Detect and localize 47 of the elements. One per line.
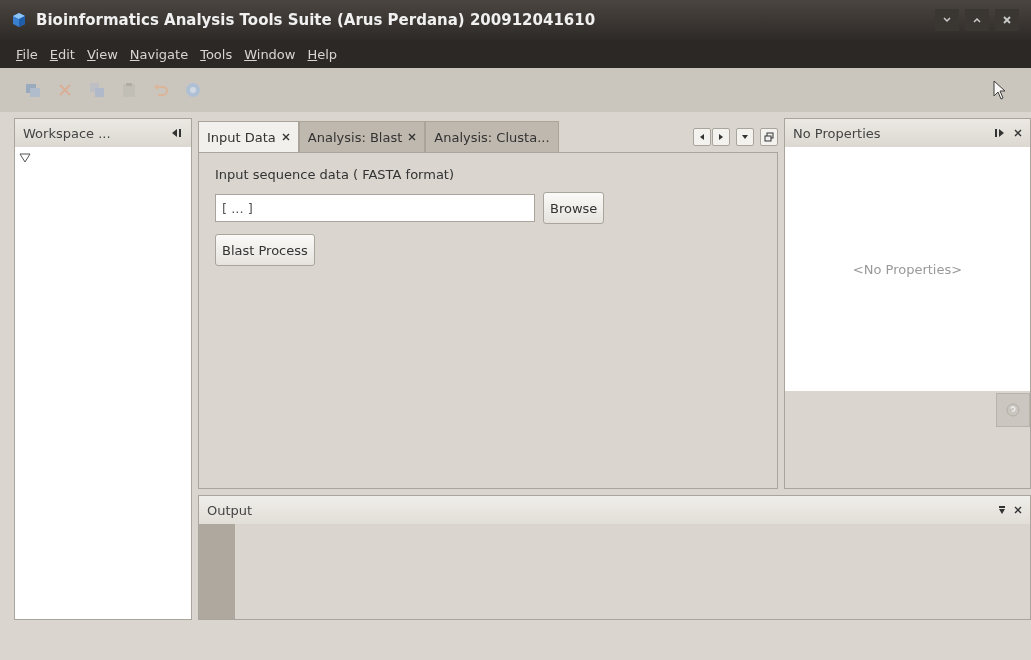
properties-title: No Properties [793,125,881,141]
menu-item[interactable]: File [16,46,38,62]
tab-label: Analysis: Blast [307,129,403,145]
close-tab-icon[interactable] [408,133,417,141]
menu-item[interactable]: Navigate [129,46,189,62]
minimize-panel-icon[interactable] [998,505,1006,515]
tab-label: Input Data [207,129,276,145]
menu-item[interactable]: Tools [200,46,233,62]
help-icon [1006,403,1020,417]
tab-list-button[interactable] [736,128,754,146]
blast-process-button[interactable]: Blast Process [215,234,315,266]
chevron-down-icon [942,15,952,25]
menu-item[interactable]: Help [307,46,338,62]
restore-window-button[interactable] [760,128,778,146]
browse-button[interactable]: Browse [543,192,605,224]
close-panel-icon[interactable] [1014,129,1022,137]
close-tab-icon[interactable] [281,133,290,141]
menu-item[interactable]: Window [244,46,296,62]
close-panel-icon[interactable] [1014,506,1022,514]
output-title: Output [207,502,253,518]
chevron-up-icon [972,15,982,25]
scroll-right-button[interactable] [712,128,730,146]
close-icon [1002,15,1012,25]
input-label: Input sequence data ( FASTA format) [215,167,455,182]
minimize-panel-icon[interactable] [994,128,1006,138]
editor-tab[interactable]: Analysis: Clusta... [425,121,559,152]
right-triangle-icon [717,133,725,141]
menu-item[interactable]: Edit [49,46,75,62]
menu-item[interactable]: View [86,46,118,62]
restore-icon [764,132,774,142]
maximize-button[interactable] [965,9,989,31]
editor-tab[interactable]: Input Data [198,121,299,152]
down-triangle-icon [741,133,749,141]
minimize-button[interactable] [935,9,959,31]
left-triangle-icon [698,133,706,141]
tab-label: Analysis: Clusta... [434,129,550,145]
editor-tab[interactable]: Analysis: Blast [298,121,426,152]
collapsed-node-icon[interactable] [19,153,31,163]
empty-properties-text: <No Properties> [852,261,963,277]
sequence-file-field[interactable]: [ ... ] [215,194,535,222]
minimize-panel-icon[interactable] [171,128,183,138]
mouse-cursor-icon [993,80,1007,100]
scroll-left-button[interactable] [693,128,711,146]
window-title: Bioinformatics Analysis Tools Suite (Arus Perdana) 200912041610 [36,11,596,29]
workspace-title: Workspace ... [23,125,111,141]
close-button[interactable] [995,9,1019,31]
app-cube-icon [12,12,26,28]
